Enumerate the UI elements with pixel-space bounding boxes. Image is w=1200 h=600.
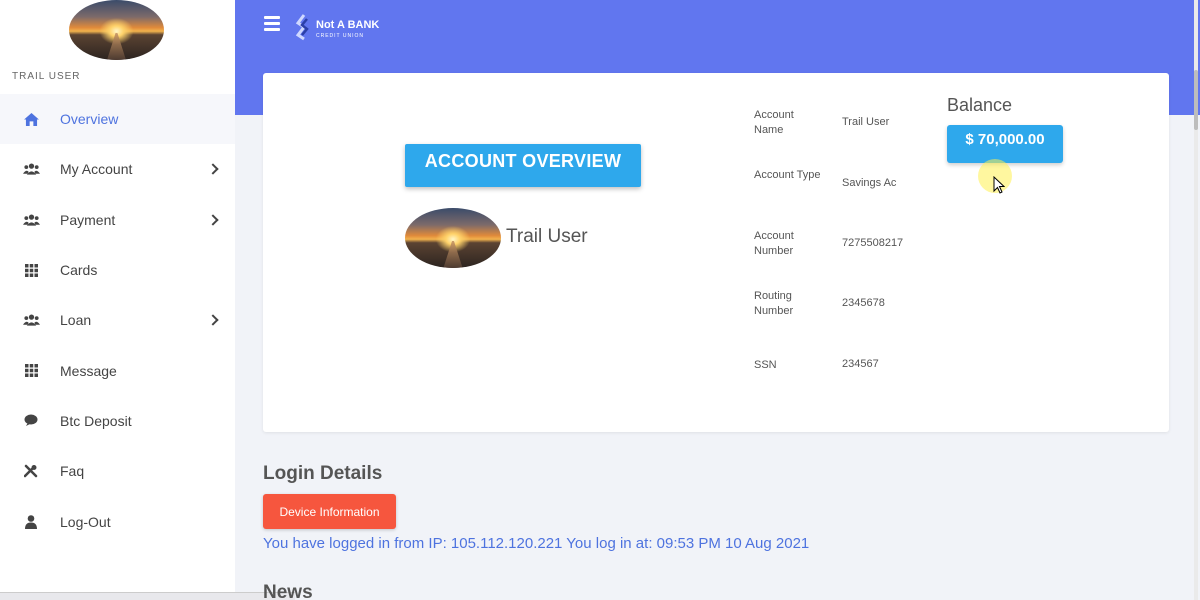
ssn-value: 234567 — [842, 358, 879, 370]
account-overview-button[interactable]: ACCOUNT OVERVIEW — [405, 144, 641, 187]
chevron-right-icon — [207, 163, 219, 176]
sidebar-item-faq[interactable]: Faq — [0, 446, 235, 496]
sidebar-item-payment[interactable]: Payment — [0, 195, 235, 245]
sidebar-item-my-account[interactable]: My Account — [0, 144, 235, 194]
login-info-text: You have logged in from IP: 105.112.120.… — [263, 535, 810, 552]
sidebar-item-message[interactable]: Message — [0, 345, 235, 395]
users-icon — [22, 312, 40, 328]
card-avatar — [405, 208, 501, 268]
grid-icon — [22, 363, 40, 379]
sidebar-item-label: Faq — [60, 463, 85, 480]
sidebar-user-label: TRAIL USER — [12, 71, 81, 82]
account-number-value: 7275508217 — [842, 237, 904, 249]
chevron-right-icon — [207, 314, 219, 326]
card-username: Trail User — [506, 226, 588, 247]
sidebar-item-label: My Account — [60, 161, 133, 178]
sidebar-item-btc-deposit[interactable]: Btc Deposit — [0, 396, 235, 446]
mouse-cursor-icon — [993, 176, 1005, 194]
page-scrollbar-thumb[interactable] — [1194, 70, 1198, 130]
account-name-value: Trail User — [842, 116, 890, 128]
balance-button[interactable]: $ 70,000.00 — [947, 125, 1063, 163]
sidebar: TRAIL USER Overview My Account Payment C… — [0, 0, 295, 600]
sidebar-item-label: Message — [60, 362, 117, 379]
sidebar-item-label: Log-Out — [60, 513, 111, 530]
hamburger-menu-icon[interactable] — [264, 16, 280, 31]
users-icon — [22, 212, 40, 228]
account-overview-card: ACCOUNT OVERVIEW Trail User Account Name… — [263, 73, 1169, 432]
account-name-label: Account Name — [754, 109, 794, 136]
sidebar-item-label: Btc Deposit — [60, 412, 132, 429]
chevron-right-icon — [207, 214, 219, 226]
sidebar-avatar — [69, 0, 164, 60]
grid-icon — [22, 262, 40, 278]
routing-number-label: Routing Number — [754, 290, 794, 317]
sidebar-item-label: Cards — [60, 262, 98, 279]
sidebar-item-label: Payment — [60, 211, 116, 228]
comment-icon — [22, 413, 40, 429]
bank-logo[interactable]: Not A BANK CREDIT UNION — [295, 13, 379, 41]
sidebar-item-label: Loan — [60, 312, 92, 329]
account-type-label: Account Type — [754, 169, 821, 181]
sidebar-item-overview[interactable]: Overview — [0, 94, 235, 145]
device-information-button[interactable]: Device Information — [263, 494, 396, 529]
login-details-title: Login Details — [263, 463, 383, 484]
users-icon — [22, 161, 40, 177]
logo-sub-text: CREDIT UNION — [316, 32, 365, 39]
sidebar-item-loan[interactable]: Loan — [0, 295, 235, 345]
sidebar-item-cards[interactable]: Cards — [0, 245, 235, 295]
user-icon — [22, 514, 40, 530]
routing-number-value: 2345678 — [842, 297, 885, 309]
sidebar-item-logout[interactable]: Log-Out — [0, 496, 235, 546]
balance-title: Balance — [947, 95, 1013, 115]
ssn-label: SSN — [754, 359, 777, 371]
home-icon — [22, 111, 40, 127]
tools-icon — [22, 463, 40, 479]
browser-status-bar — [0, 592, 295, 600]
sidebar-nav: Overview My Account Payment Cards Loan M… — [0, 94, 235, 547]
logo-main-text: Not A BANK — [316, 18, 380, 31]
account-number-label: Account Number — [754, 230, 794, 257]
news-title: News — [263, 582, 313, 600]
sidebar-item-label: Overview — [60, 111, 119, 128]
logo-mark-icon — [295, 13, 313, 41]
account-type-value: Savings Ac — [842, 177, 897, 189]
